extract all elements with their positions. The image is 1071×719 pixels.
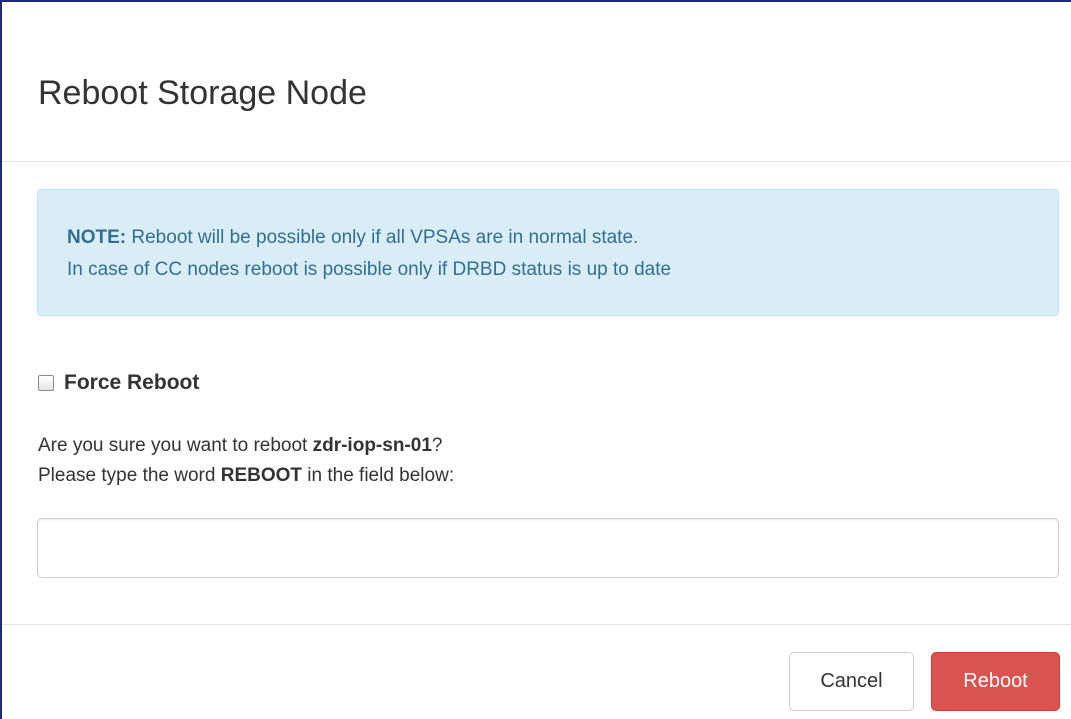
- confirm-reboot-input[interactable]: [37, 518, 1059, 578]
- alert-text-1: Reboot will be possible only if all VPSA…: [131, 227, 639, 248]
- alert-text-2: In case of CC nodes reboot is possible o…: [67, 259, 672, 280]
- dialog-header: Reboot Storage Node: [2, 2, 1071, 162]
- confirm-line-2: Please type the word REBOOT in the field…: [38, 461, 454, 491]
- info-alert: NOTE: Reboot will be possible only if al…: [37, 189, 1059, 316]
- confirm-prefix: Are you sure you want to reboot: [38, 435, 313, 456]
- force-reboot-checkbox[interactable]: [38, 375, 54, 391]
- dialog-footer: Cancel Reboot: [2, 624, 1071, 719]
- reboot-keyword: REBOOT: [220, 465, 302, 486]
- confirm-suffix: ?: [431, 435, 443, 456]
- alert-line-1: NOTE: Reboot will be possible only if al…: [67, 222, 1029, 254]
- dialog-title: Reboot Storage Node: [38, 74, 367, 112]
- cancel-button[interactable]: Cancel: [789, 652, 914, 711]
- instruction-prefix: Please type the word: [38, 465, 221, 486]
- force-reboot-row[interactable]: Force Reboot: [38, 371, 199, 395]
- note-label: NOTE:: [67, 227, 127, 248]
- confirm-line-1: Are you sure you want to reboot zdr-iop-…: [38, 431, 454, 461]
- reboot-dialog: Reboot Storage Node NOTE: Reboot will be…: [0, 0, 1071, 719]
- force-reboot-label[interactable]: Force Reboot: [64, 371, 199, 395]
- reboot-button[interactable]: Reboot: [931, 652, 1060, 711]
- confirm-message: Are you sure you want to reboot zdr-iop-…: [38, 431, 454, 491]
- instruction-suffix: in the field below:: [302, 465, 455, 486]
- node-name: zdr-iop-sn-01: [312, 435, 432, 456]
